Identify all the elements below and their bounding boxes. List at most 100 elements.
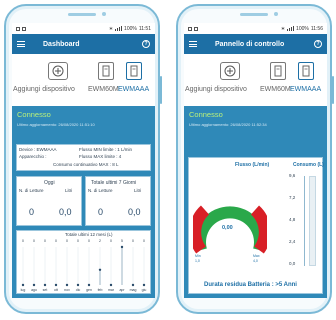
info-icon[interactable]: ? (314, 40, 322, 48)
month-tick-label: giu (142, 288, 147, 292)
bluetooth-icon: ∗ (108, 25, 114, 32)
bar-value-label: 0 (66, 239, 68, 243)
scale-bar (309, 176, 316, 266)
gauge-max-label: Max (253, 254, 260, 258)
meter-icon (274, 65, 282, 77)
status-bar: ∗ 100% 11:56 (184, 23, 327, 34)
device-button-2[interactable] (298, 62, 314, 80)
apparatus: Apparecchio : (19, 154, 47, 159)
scale-label: 4,8 (289, 217, 296, 222)
add-device-button[interactable] (48, 62, 68, 80)
bluetooth-icon: ∗ (280, 25, 286, 32)
scale-label: 7,2 (289, 195, 296, 200)
app-bar: Dashboard ? (12, 34, 155, 54)
plus-icon (52, 65, 64, 77)
month-tick-label: mag (130, 288, 137, 292)
month-tick-label: nov (64, 288, 70, 292)
screen-control-panel: ∗ 100% 11:56 Pannello di controllo ? Agg… (184, 23, 327, 298)
max-consumption: Consumo continuativo MAX : 8 L (53, 162, 119, 167)
connection-panel: Connesso Ultimo aggiornamento: 26/08/202… (184, 106, 327, 140)
page-title: Pannello di controllo (215, 40, 285, 48)
chart-title: Totale ultimi 12 mesi (L) (65, 232, 113, 237)
screen-dashboard: ∗ 100% 11:51 Dashboard ? Aggiungi dispos… (12, 23, 155, 298)
clock: 11:51 (138, 25, 151, 32)
status-bar: ∗ 100% 11:51 (12, 23, 155, 34)
data-point (76, 283, 80, 287)
month-tick-label: ott (54, 288, 58, 292)
gauge-value: 0,00 (222, 225, 233, 231)
today-card: Oggi N. di Letture Litri 0 0,0 (16, 176, 82, 226)
device-label-2[interactable]: EWMAAA (118, 86, 149, 93)
signal-icon (287, 26, 295, 31)
flow-max: Flusso MAX limite : 4 (79, 154, 122, 159)
menu-icon[interactable] (189, 41, 197, 47)
add-device-label: Aggiungi dispositivo (185, 86, 247, 93)
scale-label: 0,0 (289, 261, 296, 266)
add-device-button[interactable] (220, 62, 240, 80)
signal-icon (115, 26, 123, 31)
battery-percent: 100% (296, 25, 309, 32)
scale-label: 9,6 (289, 173, 296, 178)
speaker (240, 13, 268, 16)
device-selector: Aggiungi dispositivo EWM60M EWMAAA (12, 54, 155, 106)
meter-icon (130, 65, 138, 77)
clock: 11:56 (310, 25, 323, 32)
camera (102, 12, 106, 16)
device-label-1[interactable]: EWM60M (260, 86, 291, 93)
bar-value-label: 0 (110, 239, 112, 243)
scale-axis (304, 176, 305, 266)
bar-value-label: 2 (99, 239, 101, 243)
data-point (21, 283, 25, 287)
battery-life: Durata residua Batteria : >5 Anni (204, 282, 297, 288)
bar-value-label: 0 (143, 239, 145, 243)
battery-percent: 100% (124, 25, 137, 32)
data-point (98, 268, 102, 271)
add-device-label: Aggiungi dispositivo (13, 86, 75, 93)
data-point (43, 283, 47, 287)
week-readings: 0 (98, 207, 104, 217)
device-button-1[interactable] (98, 62, 114, 80)
phone-frame-right: ∗ 100% 11:56 Pannello di controllo ? Agg… (176, 4, 334, 314)
consumption-scale: 9,6 7,2 4,8 2,4 0,0 (289, 172, 321, 278)
camera (274, 12, 278, 16)
side-button (332, 76, 334, 104)
device-selector: Aggiungi dispositivo EWM60M EWMAAA (184, 54, 327, 106)
month-tick-label: mar (108, 288, 115, 292)
bar-value-label: 0 (44, 239, 46, 243)
notification-icon (188, 26, 192, 31)
month-tick-label: lug (21, 288, 26, 292)
week-card: Totale ultimi 7 Giorni N. di Letture Lit… (85, 176, 151, 226)
device-label-2[interactable]: EWMAAA (290, 86, 321, 93)
month-tick-label: apr (119, 288, 125, 292)
data-point (65, 283, 69, 287)
connection-panel: Connesso Ultimo aggiornamento: 26/08/202… (12, 106, 155, 140)
flow-min: Flusso MIN limite : 1 L/min (79, 147, 133, 152)
page-title: Dashboard (43, 40, 80, 48)
info-icon[interactable]: ? (142, 40, 150, 48)
control-card: Flusso (L/min) Consumo (L) 0,00 Min 1,0 … (188, 157, 324, 294)
today-liters: 0,0 (59, 207, 72, 217)
device-button-1[interactable] (270, 62, 286, 80)
consumption-title: Consumo (L) (293, 162, 324, 168)
device-name: Device : EWMAAA (19, 147, 57, 152)
data-point (131, 283, 135, 287)
gauge-min-label: Min (195, 254, 201, 258)
last-update: Ultimo aggiornamento: 26/08/2020 11:51:1… (17, 122, 95, 127)
menu-icon[interactable] (17, 41, 25, 47)
month-tick-label: gen (86, 288, 92, 292)
monthly-chart-card: Totale ultimi 12 mesi (L) 0 lug 0 ago 0 set 0 o… (16, 230, 151, 294)
bar-value-label: 0 (33, 239, 35, 243)
meter-icon (102, 65, 110, 77)
device-button-2[interactable] (126, 62, 142, 80)
today-readings: 0 (29, 207, 35, 217)
liters-label: Litri (134, 188, 142, 193)
week-title: Totale ultimi 7 Giorni (91, 180, 137, 186)
month-tick-label: ago (31, 288, 37, 292)
liters-label: Litri (65, 188, 73, 193)
data-point (109, 283, 113, 287)
gauge-max-value: 4,0 (253, 259, 258, 263)
device-label-1[interactable]: EWM60M (88, 86, 119, 93)
readings-label: N. di Letture (19, 188, 44, 193)
week-liters: 0,0 (128, 207, 141, 217)
today-title: Oggi (44, 180, 55, 186)
